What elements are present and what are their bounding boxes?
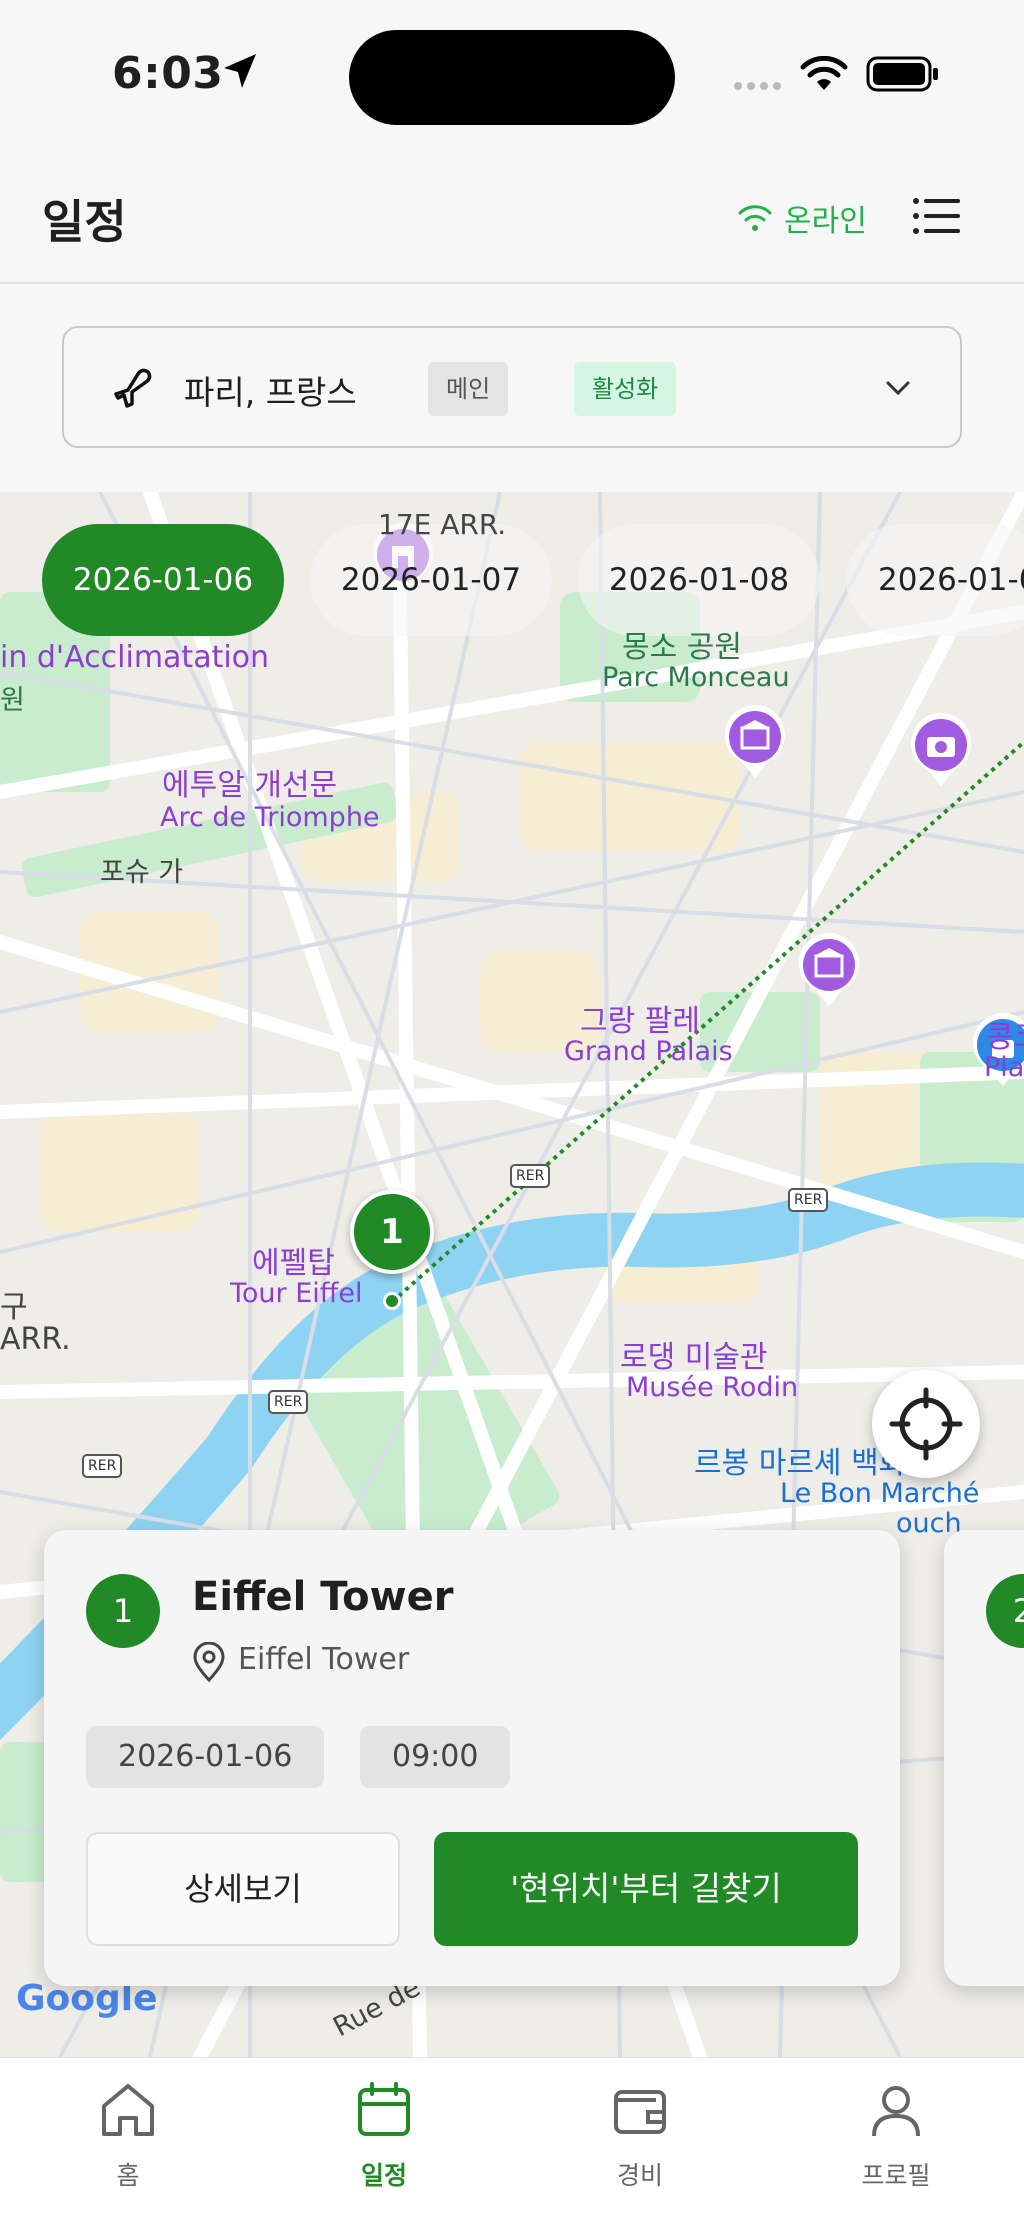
map-label: 원 xyxy=(0,685,25,716)
map-label: 포슈 가 xyxy=(100,857,184,888)
crosshair-icon xyxy=(889,1387,963,1461)
airplane-icon xyxy=(114,368,152,408)
pin-dot xyxy=(383,1292,401,1310)
grand-palais-marker-icon[interactable] xyxy=(722,704,788,780)
tab-label: 프로필 xyxy=(861,2161,931,2190)
online-label: 온라인 xyxy=(784,204,867,239)
location-arrow-icon xyxy=(224,54,256,88)
list-menu-icon[interactable] xyxy=(912,196,962,236)
profile-icon xyxy=(872,2086,920,2137)
chevron-down-icon xyxy=(886,381,910,396)
rer-badge: RER xyxy=(788,1188,829,1212)
map-label: ARR. xyxy=(0,1322,71,1357)
place-number-badge: 1 xyxy=(86,1574,160,1648)
date-chip[interactable]: 2026-01-08 xyxy=(578,524,820,636)
tab-label: 경비 xyxy=(616,2161,663,2190)
app-header: 일정 온라인 xyxy=(0,150,1024,284)
place-card-next[interactable]: 2 xyxy=(944,1530,1024,1986)
tab-label: 일정 xyxy=(360,2161,407,2190)
active-badge: 활성화 xyxy=(574,362,677,416)
map-pin-icon xyxy=(193,1642,225,1682)
calendar-icon xyxy=(358,2082,410,2136)
map-label: 에펠탑 xyxy=(252,1246,335,1281)
place-title: Eiffel Tower xyxy=(192,1574,454,1620)
map-label: Tour Eiffel xyxy=(230,1278,363,1309)
online-status: 온라인 xyxy=(736,196,867,240)
date-chip-label: 2026-01-06 xyxy=(86,1726,325,1788)
detail-button[interactable]: 상세보기 xyxy=(86,1832,400,1946)
wallet-icon xyxy=(614,2090,666,2134)
map-label: Grand Palais xyxy=(564,1036,733,1067)
tab-expenses[interactable]: 경비 xyxy=(550,2078,730,2208)
signal-dots-icon xyxy=(734,82,781,90)
map-label: Parc Monceau xyxy=(602,662,790,693)
rer-badge: RER xyxy=(510,1164,551,1188)
rodin-marker-icon[interactable] xyxy=(796,932,862,1008)
map-label: 그랑 팔레 xyxy=(580,1004,700,1039)
place-card[interactable]: 1 Eiffel Tower Eiffel Tower 2026-01-06 0… xyxy=(44,1530,900,1986)
concorde-marker-icon[interactable] xyxy=(908,712,974,788)
date-chip[interactable]: 2026-01-06 xyxy=(42,524,284,636)
map-label: Musée Rodin xyxy=(626,1372,799,1403)
trip-name: 파리, 프랑스 xyxy=(184,373,357,412)
map-label: Pla xyxy=(984,1052,1024,1083)
trip-selector[interactable]: 파리, 프랑스 메인 활성화 xyxy=(62,326,962,448)
map-label: 콩코 xyxy=(986,1020,1024,1055)
battery-icon xyxy=(866,56,938,92)
date-chip[interactable]: 2026-01-0 xyxy=(846,524,1024,636)
dynamic-island xyxy=(349,30,675,125)
map-label: Le Bon Marché xyxy=(780,1478,980,1509)
wifi-icon xyxy=(800,56,848,90)
itinerary-pin[interactable]: 1 xyxy=(350,1190,434,1274)
status-bar: 6:03 xyxy=(0,0,1024,150)
rer-badge: RER xyxy=(82,1454,123,1478)
map-label: Arc de Triomphe xyxy=(160,802,380,833)
tab-label: 홈 xyxy=(116,2161,140,2190)
map-label: 에투알 개선문 xyxy=(162,768,338,803)
page-title: 일정 xyxy=(42,195,127,249)
status-time: 6:03 xyxy=(112,48,224,99)
map-label: 로댕 미술관 xyxy=(620,1340,768,1375)
main-badge: 메인 xyxy=(428,362,509,416)
time-chip-label: 09:00 xyxy=(360,1726,511,1788)
rer-badge: RER xyxy=(268,1390,309,1414)
map-label: 구 xyxy=(0,1290,28,1325)
tab-schedule[interactable]: 일정 xyxy=(294,2078,474,2208)
place-location: Eiffel Tower xyxy=(238,1642,410,1677)
tab-profile[interactable]: 프로필 xyxy=(806,2078,986,2208)
tab-home[interactable]: 홈 xyxy=(38,2078,218,2208)
map-label: 몽소 공원 xyxy=(622,630,742,665)
directions-button[interactable]: '현위치'부터 길찾기 xyxy=(434,1832,858,1946)
home-icon xyxy=(102,2084,154,2136)
wifi-online-icon xyxy=(738,205,772,231)
locate-me-button[interactable] xyxy=(872,1370,980,1478)
place-number-badge: 2 xyxy=(986,1574,1024,1648)
map-label: 17E ARR. xyxy=(378,508,507,541)
map-label: in d'Acclimatation xyxy=(0,640,270,675)
bottom-tab-bar: 홈 일정 경비 프로필 xyxy=(0,2057,1024,2220)
